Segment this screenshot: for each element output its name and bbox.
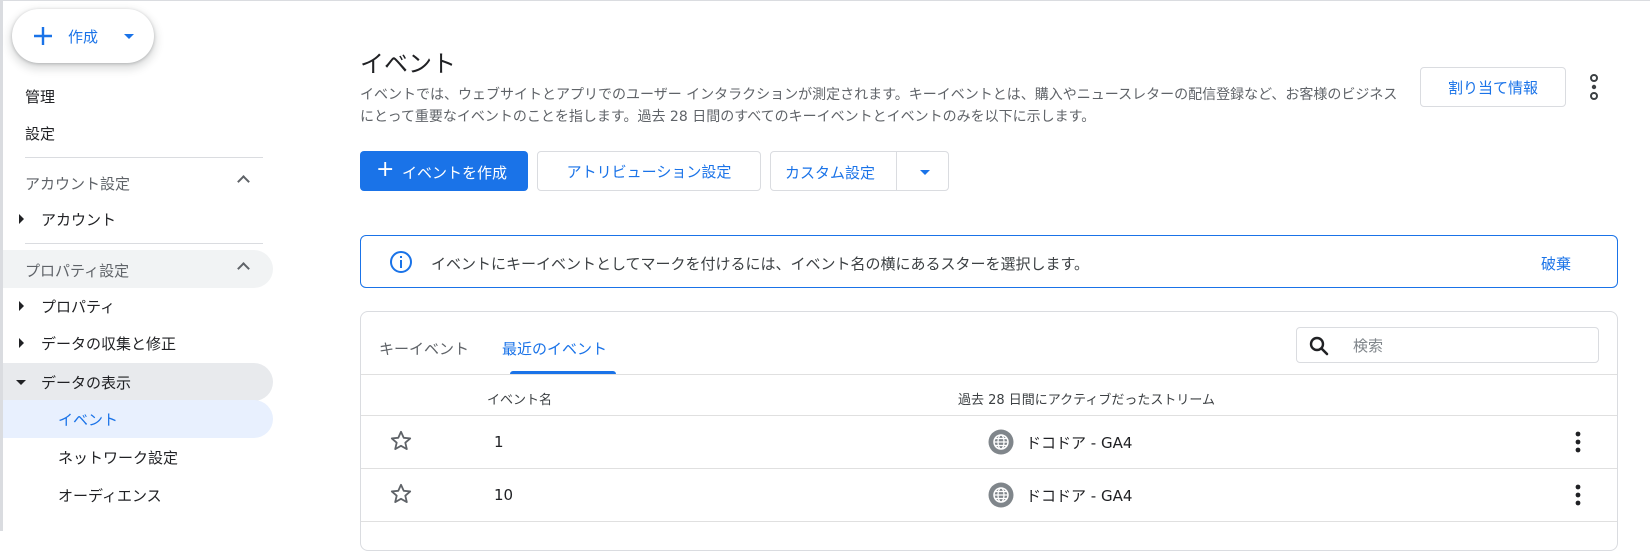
divider — [361, 374, 1617, 375]
page-description: イベントでは、ウェブサイトとアプリでのユーザー インタラクションが測定されます。… — [360, 87, 1398, 125]
sidebar: 作成 管理 設定 アカウント設定 アカウント プロパティ設定 プロパティ データ… — [3, 0, 275, 531]
search-icon — [1309, 336, 1329, 356]
main-content: イベント イベントでは、ウェブサイトとアプリでのユーザー インタラクションが測定… — [360, 0, 1650, 551]
column-header-event-name[interactable]: イベント名 — [487, 389, 552, 408]
divider — [361, 521, 1617, 522]
banner-text: イベントにキーイベントとしてマークを付けるには、イベント名の横にあるスターを選択… — [431, 255, 1090, 273]
create-button-label: 作成 — [68, 28, 99, 46]
section-label: アカウント設定 — [25, 175, 131, 193]
divider — [896, 152, 897, 190]
event-name[interactable]: 10 — [494, 486, 513, 504]
table-row[interactable]: 1 ドコドア - GA4 — [361, 416, 1617, 469]
sidebar-item-label: アカウント — [41, 210, 117, 229]
sidebar-item-label: オーディエンス — [58, 486, 162, 505]
search-box[interactable] — [1296, 327, 1599, 363]
info-icon — [390, 251, 412, 273]
column-header-stream: 過去 28 日間にアクティブだったストリーム — [958, 393, 1215, 408]
sidebar-item-events[interactable]: イベント — [3, 400, 273, 438]
sidebar-item-label: データの表示 — [41, 373, 132, 392]
events-table-card: キーイベント 最近のイベント イベント名 過去 28 日間にアクティブだったスト… — [360, 311, 1618, 551]
tab-recent-events[interactable]: 最近のイベント — [502, 338, 607, 359]
event-name[interactable]: 1 — [494, 433, 504, 451]
sidebar-item-property[interactable]: プロパティ — [3, 287, 275, 325]
caret-right-icon — [19, 338, 24, 348]
caret-right-icon — [19, 301, 24, 311]
section-label: プロパティ設定 — [25, 262, 130, 280]
sidebar-item-label: データの収集と修正 — [41, 334, 177, 353]
tab-key-events[interactable]: キーイベント — [379, 338, 469, 359]
more-options-icon[interactable] — [1582, 70, 1606, 104]
star-icon[interactable] — [389, 482, 413, 506]
sidebar-item-data-display[interactable]: データの表示 — [3, 363, 273, 401]
caret-right-icon — [19, 214, 24, 224]
sidebar-item-data-collection[interactable]: データの収集と修正 — [3, 324, 275, 362]
sidebar-item-label: 設定 — [25, 124, 56, 143]
create-button[interactable]: 作成 — [12, 9, 154, 63]
custom-settings-split-button[interactable]: カスタム設定 — [770, 151, 949, 191]
chevron-up-icon — [237, 175, 250, 188]
caret-down-icon — [16, 380, 26, 385]
info-banner: イベントにキーイベントとしてマークを付けるには、イベント名の横にあるスターを選択… — [360, 235, 1618, 288]
more-vert-icon[interactable] — [1566, 482, 1590, 508]
sidebar-item-audience[interactable]: オーディエンス — [3, 476, 275, 514]
sidebar-item-label: イベント — [58, 410, 119, 429]
globe-icon — [988, 482, 1014, 508]
plus-icon — [34, 27, 52, 45]
page-title: イベント — [360, 50, 456, 78]
divider — [25, 243, 263, 244]
section-account-settings[interactable]: アカウント設定 — [3, 163, 273, 201]
chevron-up-icon — [237, 262, 250, 275]
dismiss-button[interactable]: 破棄 — [1541, 253, 1571, 274]
sidebar-item-settings[interactable]: 設定 — [3, 114, 275, 152]
sidebar-item-admin[interactable]: 管理 — [3, 77, 275, 115]
sidebar-item-label: 管理 — [25, 87, 56, 106]
divider — [25, 157, 263, 158]
create-event-button[interactable]: + イベントを作成 — [360, 151, 528, 191]
star-icon[interactable] — [389, 429, 413, 453]
custom-settings-label: カスタム設定 — [785, 164, 876, 182]
assign-info-button[interactable]: 割り当て情報 — [1420, 67, 1566, 107]
globe-icon — [988, 429, 1014, 455]
search-input[interactable] — [1353, 335, 1583, 357]
section-property-settings[interactable]: プロパティ設定 — [3, 250, 273, 288]
chevron-down-icon — [124, 34, 134, 39]
sidebar-item-label: プロパティ — [41, 297, 116, 316]
attribution-settings-button[interactable]: アトリビューション設定 — [537, 151, 761, 191]
more-vert-icon[interactable] — [1566, 429, 1590, 455]
plus-icon: + — [376, 157, 395, 182]
sidebar-item-network[interactable]: ネットワーク設定 — [3, 438, 275, 476]
create-event-label: イベントを作成 — [402, 164, 508, 182]
stream-name: ドコドア - GA4 — [1026, 434, 1133, 452]
table-row[interactable]: 10 ドコドア - GA4 — [361, 469, 1617, 522]
sidebar-item-label: ネットワーク設定 — [58, 448, 179, 467]
chevron-down-icon[interactable] — [920, 170, 930, 175]
stream-name: ドコドア - GA4 — [1026, 487, 1133, 505]
sidebar-item-account[interactable]: アカウント — [3, 200, 275, 238]
